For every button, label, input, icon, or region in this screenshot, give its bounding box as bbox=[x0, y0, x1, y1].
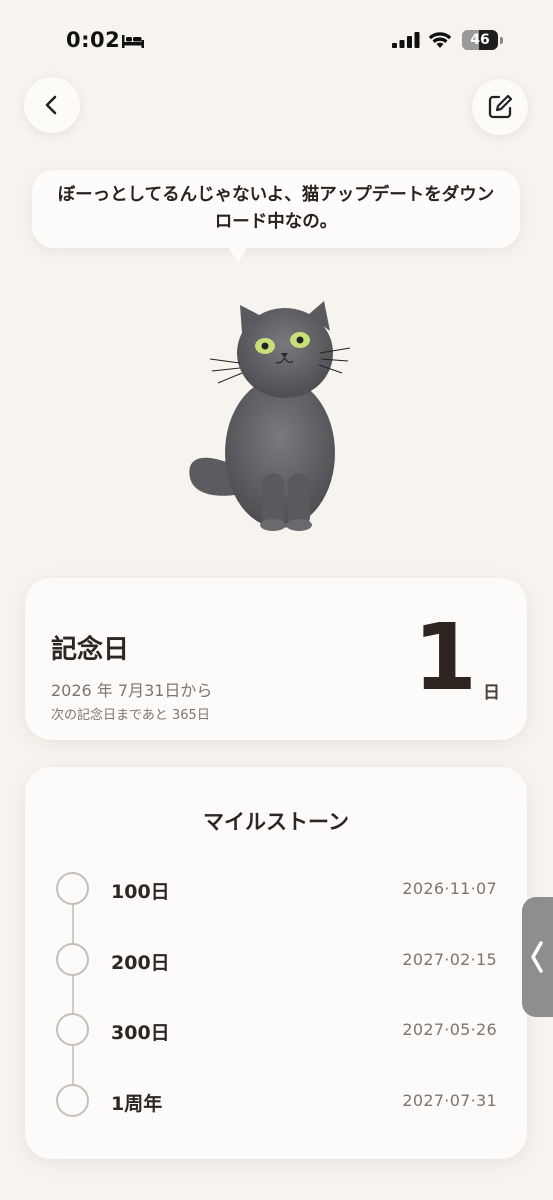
status-bar: 0:02 46 bbox=[0, 28, 553, 56]
milestones-card: マイルストーン 100日 2026·11·07 200日 2027·02·15 … bbox=[25, 767, 527, 1159]
timeline-line bbox=[72, 889, 74, 1103]
edit-icon bbox=[488, 94, 513, 119]
day-count: 1 bbox=[412, 604, 477, 711]
milestone-label: 1周年 bbox=[111, 1093, 163, 1115]
milestone-date: 2026·11·07 bbox=[402, 879, 497, 898]
milestone-circle-icon bbox=[56, 1013, 89, 1046]
bed-icon bbox=[122, 35, 144, 48]
back-button[interactable] bbox=[24, 77, 80, 133]
chevron-left-icon bbox=[531, 941, 543, 973]
milestone-circle-icon bbox=[56, 943, 89, 976]
speech-bubble: ぼーっとしてるんじゃないよ、猫アップデートをダウンロード中なの。 bbox=[32, 170, 520, 248]
anniversary-card: 記念日 2026 年 7月31日から 次の記念日まであと 365日 1 日 bbox=[25, 578, 527, 740]
milestone-row: 1周年 2027·07·31 bbox=[25, 1080, 527, 1120]
milestone-label: 300日 bbox=[111, 1022, 170, 1044]
speech-bubble-tail bbox=[228, 246, 248, 263]
chevron-left-icon bbox=[45, 95, 57, 115]
milestone-date: 2027·05·26 bbox=[402, 1020, 497, 1039]
wifi-icon bbox=[428, 32, 452, 48]
milestones-title: マイルストーン bbox=[203, 810, 349, 834]
day-unit: 日 bbox=[483, 683, 500, 703]
milestone-circle-icon bbox=[56, 1084, 89, 1117]
milestone-date: 2027·02·15 bbox=[402, 950, 497, 969]
status-time: 0:02 bbox=[66, 28, 121, 52]
milestone-circle-icon bbox=[56, 872, 89, 905]
milestone-row: 200日 2027·02·15 bbox=[25, 939, 527, 979]
milestone-label: 200日 bbox=[111, 952, 170, 974]
edit-button[interactable] bbox=[472, 79, 528, 135]
milestone-label: 100日 bbox=[111, 881, 170, 903]
anniversary-title: 記念日 bbox=[51, 635, 130, 665]
milestone-row: 300日 2027·05·26 bbox=[25, 1009, 527, 1049]
speech-bubble-text: ぼーっとしてるんじゃないよ、猫アップデートをダウンロード中なの。 bbox=[57, 185, 495, 232]
anniversary-next: 次の記念日まであと 365日 bbox=[51, 708, 210, 723]
battery-icon: 46 bbox=[462, 30, 498, 50]
milestone-date: 2027·07·31 bbox=[402, 1091, 497, 1110]
screen: 0:02 46 ぼーっとしてるんじゃないよ、猫アップデートをダウンロード中なの。… bbox=[0, 0, 553, 1200]
milestone-row: 100日 2026·11·07 bbox=[25, 868, 527, 908]
battery-cap bbox=[500, 37, 503, 44]
signal-icon bbox=[392, 32, 420, 48]
side-drawer-handle[interactable] bbox=[522, 897, 553, 1017]
battery-percent: 46 bbox=[470, 32, 490, 48]
anniversary-since: 2026 年 7月31日から bbox=[51, 681, 213, 700]
cat-illustration bbox=[189, 301, 351, 531]
